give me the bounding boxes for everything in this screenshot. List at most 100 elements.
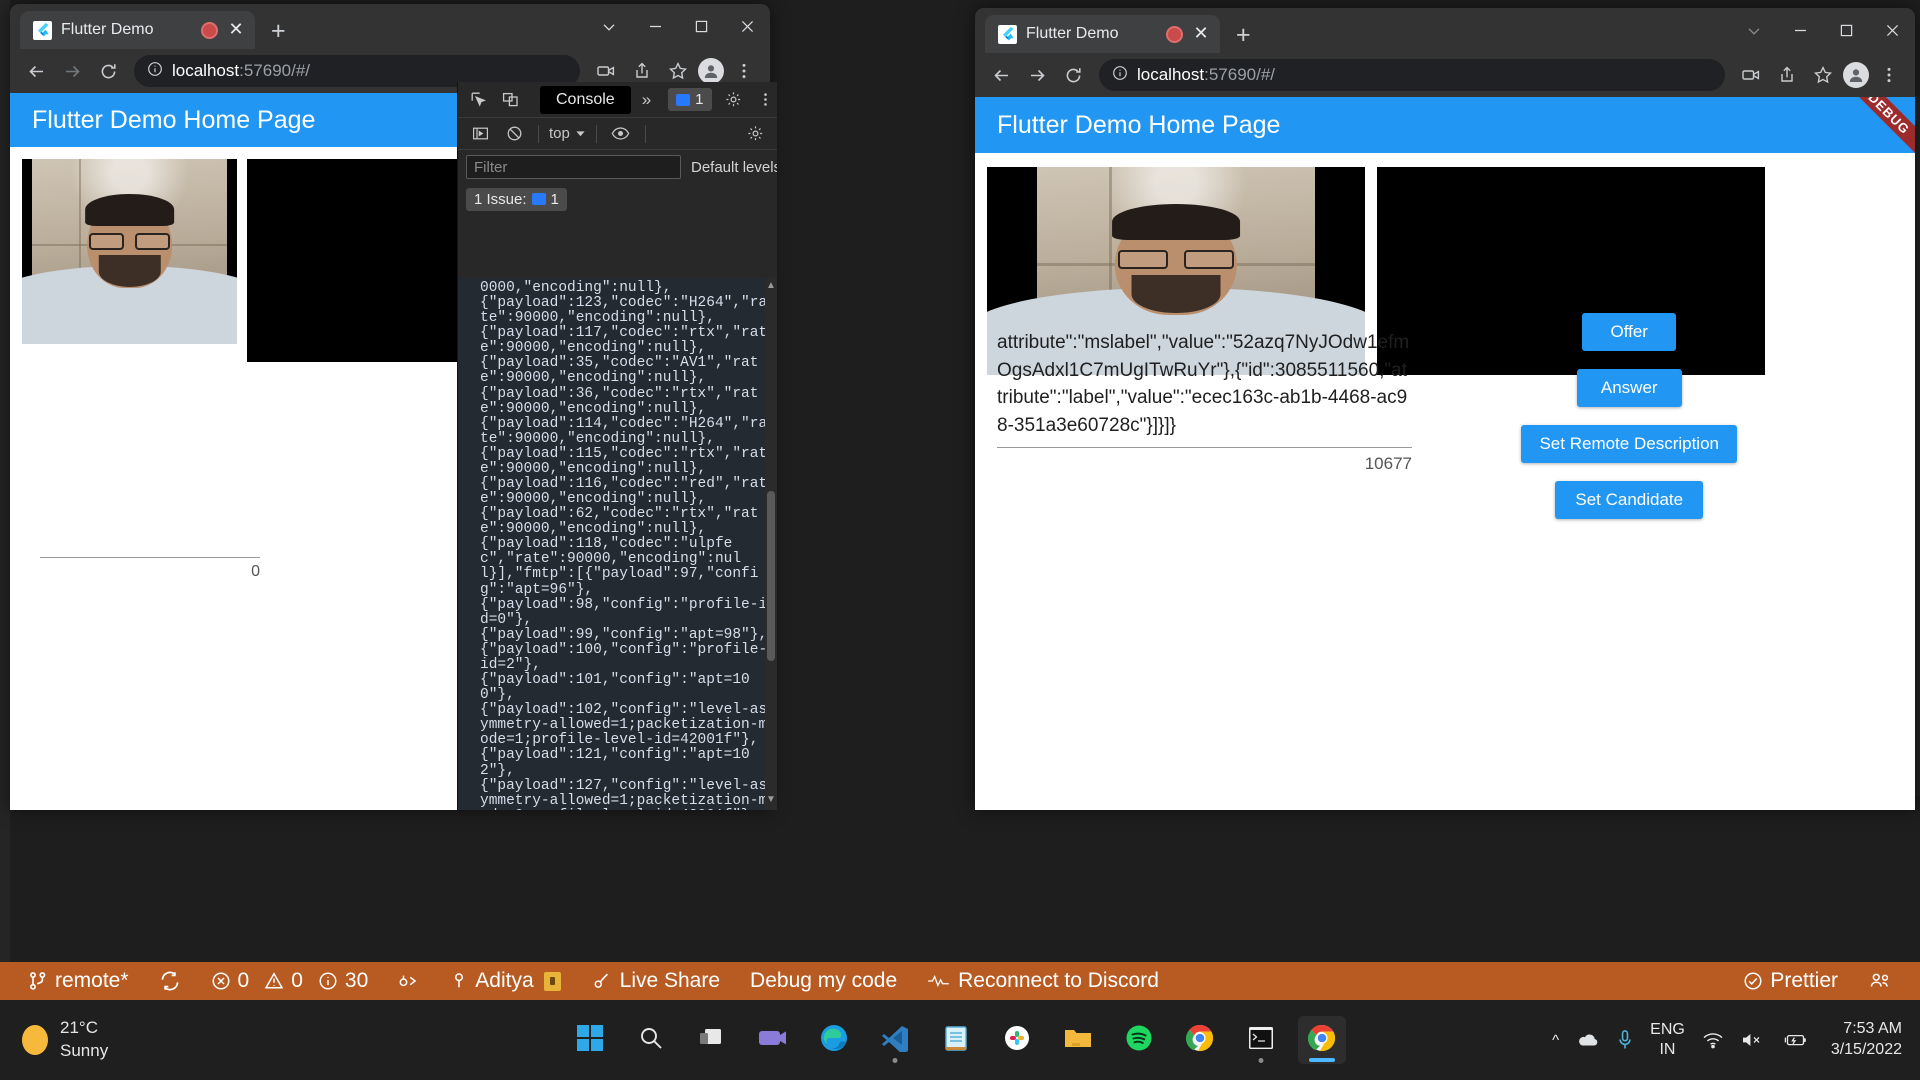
- spotify[interactable]: [1115, 1016, 1163, 1064]
- inspect-element-icon[interactable]: [464, 86, 492, 114]
- onedrive-icon[interactable]: [1576, 1031, 1600, 1049]
- vscode-icon: [881, 1024, 909, 1057]
- back-button[interactable]: [20, 55, 52, 87]
- console-output[interactable]: 0000,"encoding":null}, {"payload":123,"c…: [458, 278, 777, 810]
- new-tab-button[interactable]: +: [1236, 23, 1251, 48]
- console-levels-selector[interactable]: Default levels: [691, 159, 777, 176]
- status-sync[interactable]: [147, 962, 193, 1000]
- slack[interactable]: [993, 1016, 1041, 1064]
- kebab-menu-icon[interactable]: [752, 86, 777, 114]
- flutter-logo-icon: [998, 24, 1017, 44]
- language-indicator[interactable]: ENG IN: [1650, 1020, 1685, 1060]
- visual-studio-code[interactable]: [871, 1016, 919, 1064]
- minimize-button[interactable]: [1777, 8, 1823, 53]
- browser-tab[interactable]: Flutter Demo ✕: [985, 15, 1220, 53]
- new-tab-button[interactable]: +: [271, 19, 286, 44]
- reload-button[interactable]: [1057, 59, 1089, 91]
- status-ports[interactable]: [386, 962, 432, 1000]
- console-settings-gear-icon[interactable]: [741, 120, 769, 148]
- taskbar-weather-widget[interactable]: 21°C Sunny: [0, 1017, 360, 1063]
- bookmark-star-icon[interactable]: [1807, 59, 1839, 91]
- chevron-double-right-icon[interactable]: »: [635, 90, 658, 110]
- pulse-icon: [928, 975, 949, 987]
- microsoft-teams[interactable]: [749, 1016, 797, 1064]
- offer-button[interactable]: Offer: [1582, 313, 1676, 351]
- start-button[interactable]: [566, 1016, 614, 1064]
- device-toolbar-icon[interactable]: [496, 86, 524, 114]
- google-chrome-active[interactable]: [1298, 1016, 1347, 1064]
- profile-avatar-icon[interactable]: [1843, 62, 1869, 88]
- microphone-icon[interactable]: [1617, 1029, 1633, 1051]
- reload-button[interactable]: [92, 55, 124, 87]
- issues-badge[interactable]: 1: [668, 88, 712, 111]
- devtools-panel[interactable]: Console » 1 top Filter Default levels 1 …: [457, 82, 777, 810]
- scrollbar-thumb[interactable]: [767, 490, 775, 662]
- sdp-textfield-value: attribute":"mslabel","value":"52azq7NyJO…: [997, 332, 1410, 436]
- devtools-issues-row: 1 Issue: 1: [458, 184, 777, 214]
- live-expression-eye-icon[interactable]: [607, 120, 635, 148]
- status-branch[interactable]: remote*: [16, 962, 141, 1000]
- scroll-down-arrow-icon[interactable]: ▼: [765, 794, 777, 808]
- status-problems[interactable]: 0 0 30: [199, 962, 381, 1000]
- devtools-tabbar: Console » 1: [458, 82, 777, 118]
- tab-search-chevron-icon[interactable]: [1731, 8, 1777, 53]
- media-cast-icon[interactable]: [1735, 59, 1767, 91]
- sdp-textfield-right[interactable]: attribute":"mslabel","value":"52azq7NyJO…: [997, 329, 1412, 474]
- profile-avatar-icon[interactable]: [698, 58, 724, 84]
- back-button[interactable]: [985, 59, 1017, 91]
- gear-icon[interactable]: [720, 86, 748, 114]
- tab-recording-icon[interactable]: [1166, 25, 1183, 43]
- terminal[interactable]: [1237, 1016, 1285, 1064]
- notepad[interactable]: [932, 1016, 980, 1064]
- set-remote-description-button[interactable]: Set Remote Description: [1521, 425, 1737, 463]
- browser-tab[interactable]: Flutter Demo ✕: [20, 11, 255, 49]
- console-sidebar-icon[interactable]: [466, 120, 494, 148]
- url-path: :57690/#/: [1204, 65, 1276, 84]
- kebab-menu-icon[interactable]: [1873, 59, 1905, 91]
- battery-charging-icon[interactable]: [1782, 1031, 1808, 1049]
- console-filter-input[interactable]: [466, 155, 681, 179]
- search-button[interactable]: [627, 1016, 675, 1064]
- sdp-textfield-left[interactable]: 0: [40, 553, 260, 581]
- forward-button[interactable]: [1021, 59, 1053, 91]
- window-close-button[interactable]: [724, 4, 770, 49]
- share-icon[interactable]: [1771, 59, 1803, 91]
- tab-recording-icon[interactable]: [201, 21, 218, 39]
- chrome-window-right[interactable]: Flutter Demo ✕ + localhost:57690/#/ Flut…: [975, 8, 1915, 810]
- person-glasses: [88, 233, 124, 250]
- console-scrollbar[interactable]: ▲ ▼: [765, 278, 777, 810]
- forward-button[interactable]: [56, 55, 88, 87]
- site-info-icon[interactable]: [147, 61, 163, 82]
- tab-close-icon[interactable]: ✕: [227, 20, 245, 39]
- window-close-button[interactable]: [1869, 8, 1915, 53]
- status-discord[interactable]: Reconnect to Discord: [915, 962, 1171, 1000]
- file-explorer[interactable]: [1054, 1016, 1102, 1064]
- volume-muted-icon[interactable]: [1741, 1031, 1765, 1049]
- address-bar-right[interactable]: localhost:57690/#/: [1099, 59, 1725, 91]
- windows-logo-icon: [577, 1024, 604, 1056]
- tab-search-chevron-icon[interactable]: [586, 4, 632, 49]
- clock-widget[interactable]: 7:53 AM 3/15/2022: [1825, 1019, 1902, 1061]
- status-debug-my-code[interactable]: Debug my code: [738, 962, 909, 1000]
- site-info-icon[interactable]: [1112, 65, 1128, 86]
- google-chrome[interactable]: [1176, 1016, 1224, 1064]
- set-candidate-button[interactable]: Set Candidate: [1555, 481, 1704, 519]
- console-context-selector[interactable]: top: [549, 125, 586, 142]
- task-view-button[interactable]: [688, 1016, 736, 1064]
- status-prettier[interactable]: Prettier: [1731, 962, 1850, 1000]
- minimize-button[interactable]: [632, 4, 678, 49]
- maximize-button[interactable]: [678, 4, 724, 49]
- issues-summary-button[interactable]: 1 Issue: 1: [466, 187, 567, 211]
- wifi-icon[interactable]: [1702, 1031, 1724, 1049]
- tab-console[interactable]: Console: [540, 85, 631, 114]
- status-account[interactable]: Aditya: [438, 962, 572, 1000]
- answer-button[interactable]: Answer: [1576, 369, 1682, 407]
- maximize-button[interactable]: [1823, 8, 1869, 53]
- microsoft-edge[interactable]: [810, 1016, 858, 1064]
- status-live-share[interactable]: Live Share: [579, 962, 732, 1000]
- chevron-up-icon[interactable]: ^: [1552, 1032, 1559, 1049]
- scroll-up-arrow-icon[interactable]: ▲: [765, 280, 777, 294]
- status-remote-indicator[interactable]: [1856, 962, 1904, 1000]
- clear-console-icon[interactable]: [500, 120, 528, 148]
- tab-close-icon[interactable]: ✕: [1192, 24, 1210, 43]
